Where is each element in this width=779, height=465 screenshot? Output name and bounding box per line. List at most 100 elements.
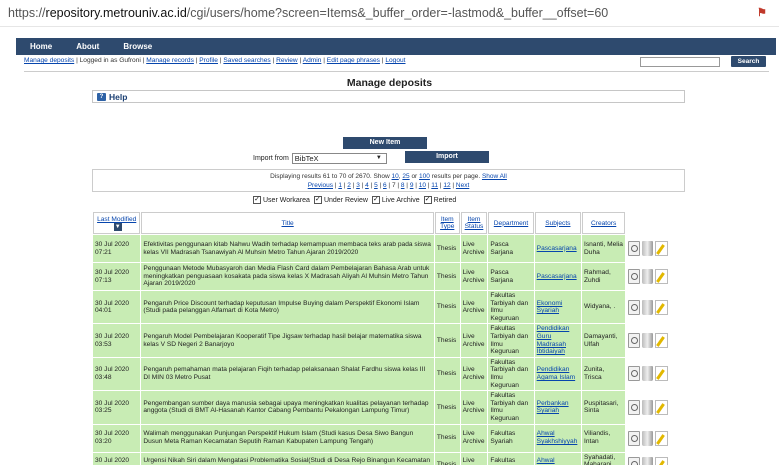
page-link[interactable]: 2 (347, 182, 351, 189)
actions-cell (626, 235, 684, 262)
page-link[interactable]: 11 (431, 182, 438, 189)
link-saved-searches[interactable]: Saved searches (223, 57, 270, 64)
view-icon[interactable] (628, 430, 641, 446)
view-icon[interactable] (628, 269, 641, 284)
link-edit-page-phrases[interactable]: Edit page phrases (327, 57, 380, 64)
page-size-100[interactable]: 100 (419, 173, 430, 180)
deposits-table: Last Modified▼ Title Item Type Item Stat… (92, 211, 685, 465)
view-icon[interactable] (628, 399, 641, 415)
subjects-cell-text[interactable]: Pascasarjana (537, 273, 577, 280)
page-link[interactable]: 4 (365, 182, 369, 189)
help-bar[interactable]: ? Help (92, 90, 685, 103)
col-title[interactable]: Title (141, 212, 434, 234)
subjects-cell-text[interactable]: Pascasarjana (537, 245, 577, 252)
view-icon[interactable] (628, 366, 641, 382)
link-profile[interactable]: Profile (199, 57, 218, 64)
security-shield-icon[interactable]: ⚑ (757, 6, 769, 20)
item-type-cell: Thesis (434, 291, 460, 324)
department-cell: Pasca Sarjana (488, 263, 534, 290)
next-link[interactable]: Next (456, 182, 469, 189)
subjects-cell-text[interactable]: Pendidikan Agama Islam (537, 366, 575, 381)
edit-icon[interactable] (655, 241, 669, 256)
creators-cell-text: Syahadati, Maharani Alifatus (584, 453, 616, 465)
filter-checkbox[interactable]: ✓ Under Review (313, 196, 368, 204)
page-link[interactable]: 1 (338, 182, 342, 189)
search-button[interactable]: Search (731, 56, 766, 67)
page-link[interactable]: 6 (383, 182, 387, 189)
subjects-cell-text[interactable]: Ahwal Syakhshiyyah (537, 430, 578, 445)
view-icon[interactable] (628, 333, 641, 349)
page-link[interactable]: 10 (419, 182, 426, 189)
edit-icon[interactable] (655, 457, 669, 465)
delete-icon[interactable] (642, 241, 654, 256)
last-modified-cell-text: 30 Jul 2020 07:21 (95, 240, 130, 256)
col-department[interactable]: Department (488, 212, 534, 234)
col-creators[interactable]: Creators (582, 212, 626, 234)
previous-link[interactable]: Previous (308, 182, 333, 189)
delete-icon[interactable] (642, 430, 654, 446)
view-icon[interactable] (628, 457, 641, 465)
subjects-cell-text[interactable]: Ekonomi Syariah (537, 300, 563, 315)
edit-icon[interactable] (655, 399, 669, 415)
checkbox-checked-icon[interactable]: ✓ (253, 196, 261, 204)
nav-browse[interactable]: Browse (123, 42, 152, 51)
subjects-cell-text[interactable]: Pendidikan Guru Madrasah Ibtidaiyah (537, 325, 570, 355)
link-manage-deposits[interactable]: Manage deposits (24, 57, 74, 64)
checkbox-checked-icon[interactable]: ✓ (313, 196, 322, 204)
page-link[interactable]: 3 (356, 182, 360, 189)
edit-icon[interactable] (655, 299, 669, 315)
filter-checkbox[interactable]: ✓ User Workarea (253, 196, 310, 204)
nav-home[interactable]: Home (30, 42, 52, 51)
view-icon[interactable] (628, 299, 641, 315)
sort-desc-icon[interactable]: ▼ (113, 222, 122, 231)
col-item-type[interactable]: Item Type (434, 212, 460, 234)
page-size-25[interactable]: 25 (402, 173, 409, 180)
delete-icon[interactable] (642, 457, 654, 465)
nav-about[interactable]: About (76, 42, 99, 51)
show-all-link[interactable]: Show All (482, 173, 507, 180)
delete-icon[interactable] (642, 399, 654, 415)
subjects-cell-text[interactable]: Perbankan Syariah (537, 400, 569, 415)
address-bar[interactable]: https://repository.metrouniv.ac.id/cgi/u… (0, 0, 779, 27)
link-logout[interactable]: Logout (385, 57, 405, 64)
view-icon[interactable] (628, 241, 641, 256)
delete-icon[interactable] (642, 366, 654, 382)
edit-icon[interactable] (655, 430, 669, 446)
delete-icon[interactable] (642, 299, 654, 315)
filter-checkbox[interactable]: ✓ Retired (423, 196, 456, 204)
import-format-value: BibTeX (294, 153, 319, 163)
item-status-cell: Live Archive (460, 324, 488, 357)
import-format-select[interactable]: BibTeX ▼ (291, 152, 387, 164)
delete-icon[interactable] (642, 269, 654, 284)
new-item-button[interactable]: New Item (343, 137, 427, 149)
import-button[interactable]: Import (405, 151, 489, 163)
subjects-cell: Pascasarjana (534, 235, 582, 262)
title-cell: Urgensi Nikah Siri dalam Mengatasi Probl… (141, 452, 434, 465)
page-size-10[interactable]: 10 (392, 173, 399, 180)
item-type-cell-text: Thesis (436, 370, 457, 378)
subjects-cell: Ahwal Syakhshiyyah (534, 452, 582, 465)
item-status-cell: Live Archive (460, 263, 488, 290)
department-cell-text: Pasca Sarjana (490, 240, 514, 256)
checkbox-checked-icon[interactable]: ✓ (423, 196, 432, 204)
filter-checkbox[interactable]: ✓ Live Archive (371, 196, 420, 204)
edit-icon[interactable] (655, 269, 669, 284)
search-input[interactable] (640, 57, 720, 67)
page-link[interactable]: 9 (410, 182, 414, 189)
link-manage-records[interactable]: Manage records (146, 57, 194, 64)
link-review[interactable]: Review (276, 57, 298, 64)
checkbox-checked-icon[interactable]: ✓ (371, 196, 380, 204)
edit-icon[interactable] (655, 333, 669, 349)
subjects-cell: Pendidikan Agama Islam (534, 357, 582, 391)
table-row: 30 Jul 2020 07:21 Efektivitas penggunaan … (93, 235, 684, 262)
delete-icon[interactable] (642, 333, 654, 349)
subjects-cell-text[interactable]: Ahwal Syakhshiyyah (537, 457, 578, 465)
page-link[interactable]: 5 (374, 182, 378, 189)
edit-icon[interactable] (655, 366, 669, 382)
col-subjects[interactable]: Subjects (534, 212, 582, 234)
col-item-status[interactable]: Item Status (460, 212, 488, 234)
page-link[interactable]: 8 (401, 182, 405, 189)
page-link[interactable]: 12 (443, 182, 450, 189)
col-last-modified[interactable]: Last Modified▼ (93, 212, 141, 234)
link-admin[interactable]: Admin (303, 57, 322, 64)
